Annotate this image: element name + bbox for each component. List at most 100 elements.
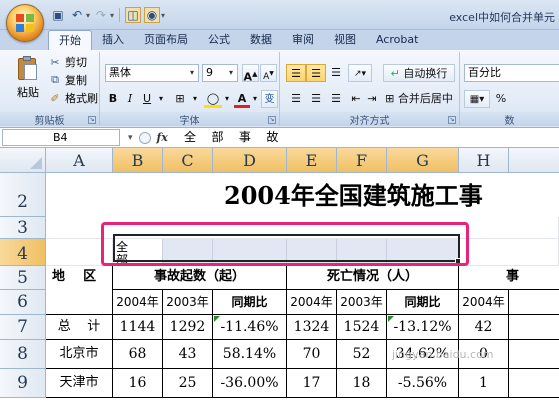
cell-value[interactable]: 42 — [459, 315, 509, 340]
align-middle-icon[interactable]: ☰ — [306, 64, 326, 82]
accounting-format-icon[interactable]: ▦▾ — [464, 90, 490, 108]
cell-region-header[interactable]: 地 区 — [46, 266, 113, 315]
sheet-title[interactable]: 2004年全国建筑施工事 — [46, 174, 559, 217]
cell-value[interactable]: -5.56% — [387, 369, 459, 398]
column-header-b[interactable]: B — [113, 148, 163, 173]
cell-value[interactable]: 52 — [337, 340, 387, 369]
row-header-2[interactable]: 2 — [0, 173, 46, 217]
cell-g4[interactable] — [387, 239, 459, 266]
cell-region[interactable]: 天津市 — [46, 369, 113, 398]
fill-color-dropdown[interactable]: ▾ — [222, 90, 232, 108]
redo-dropdown-icon[interactable]: ▾ — [110, 11, 114, 20]
align-right-icon[interactable]: ☰ — [326, 90, 346, 108]
orientation-icon[interactable]: ↗▾ — [348, 64, 372, 82]
worksheet[interactable]: A B C D E F G H 2 3 4 5 6 7 8 9 2004年全国建… — [0, 148, 559, 407]
undo-dropdown-icon[interactable]: ▾ — [86, 11, 90, 20]
tab-acrobat[interactable]: Acrobat — [366, 30, 428, 50]
error-indicator-icon[interactable] — [214, 316, 220, 322]
subheader-yoy[interactable]: 同期比 — [387, 290, 459, 315]
cell-value[interactable]: -13.12% — [387, 315, 459, 340]
row-header-7[interactable]: 7 — [0, 315, 46, 340]
cell-value[interactable]: 17 — [287, 369, 337, 398]
column-header-g[interactable]: G — [387, 148, 459, 173]
cell-d4[interactable] — [213, 239, 287, 266]
column-header-f[interactable]: F — [337, 148, 387, 173]
cell-i7[interactable] — [509, 315, 559, 340]
merge-center-button[interactable]: ⊞ 合并后居中 ▾ — [383, 90, 455, 122]
subheader-2003[interactable]: 2003年 — [163, 290, 213, 315]
cell-value[interactable]: 16 — [113, 369, 163, 398]
column-header-d[interactable]: D — [213, 148, 287, 173]
cell-c4[interactable] — [163, 239, 213, 266]
cell-i8[interactable] — [509, 340, 559, 369]
number-format-combo[interactable]: 百分比 — [464, 64, 559, 82]
formula-input[interactable]: 全 部 事 故 — [184, 129, 559, 146]
name-box[interactable]: B4 — [2, 129, 120, 146]
cell-value[interactable]: 1292 — [163, 315, 213, 340]
cell-value[interactable]: 1324 — [287, 315, 337, 340]
bold-button[interactable]: B — [105, 90, 121, 108]
camera-icon[interactable]: ◉ — [144, 7, 161, 23]
align-bottom-icon[interactable]: ☰ — [326, 64, 346, 82]
column-header-h[interactable]: H — [459, 148, 509, 173]
qat-customize-icon[interactable]: ▾ — [161, 11, 165, 20]
decrease-indent-icon[interactable]: ⇤ — [348, 90, 364, 108]
tab-view[interactable]: 视图 — [324, 30, 366, 50]
cell-value[interactable]: 1144 — [113, 315, 163, 340]
clipboard-launcher-icon[interactable]: ↘ — [88, 116, 96, 124]
cell-b4[interactable]: 全 部 — [113, 239, 163, 266]
shrink-font-button[interactable]: A▼ — [260, 64, 277, 82]
column-header-c[interactable]: C — [163, 148, 213, 173]
subheader-2003[interactable]: 2003年 — [337, 290, 387, 315]
tab-formulas[interactable]: 公式 — [198, 30, 240, 50]
underline-dropdown[interactable]: ▾ — [156, 90, 166, 108]
borders-dropdown[interactable]: ▾ — [190, 90, 200, 108]
tab-home[interactable]: 开始 — [48, 30, 92, 50]
alignment-launcher-icon[interactable]: ↘ — [448, 116, 456, 124]
italic-button[interactable]: I — [122, 90, 138, 108]
cut-button[interactable]: ✂ 剪切 — [48, 54, 87, 70]
borders-icon[interactable]: ⊞ — [170, 90, 190, 108]
cell-value[interactable]: 1 — [459, 369, 509, 398]
row-header-8[interactable]: 8 — [0, 340, 46, 369]
cell-h5[interactable]: 事 — [459, 266, 559, 290]
column-header-a[interactable]: A — [46, 148, 113, 173]
subheader-2004[interactable]: 2004年 — [459, 290, 509, 315]
row-header-5[interactable]: 5 — [0, 266, 46, 290]
tab-data[interactable]: 数据 — [240, 30, 282, 50]
cell-e4[interactable] — [287, 239, 337, 266]
increase-indent-icon[interactable]: ⇥ — [364, 90, 380, 108]
print-preview-icon[interactable]: ◫ — [125, 7, 142, 23]
tab-review[interactable]: 审阅 — [282, 30, 324, 50]
cell-value[interactable]: 70 — [287, 340, 337, 369]
phonetic-button[interactable]: 变 — [261, 90, 278, 108]
row-header-6[interactable]: 6 — [0, 290, 46, 315]
cell-region[interactable]: 北京市 — [46, 340, 113, 369]
tab-insert[interactable]: 插入 — [92, 30, 134, 50]
align-left-icon[interactable]: ☰ — [286, 90, 306, 108]
format-painter-button[interactable]: ✐ 格式刷 — [48, 90, 98, 106]
insert-function-button[interactable]: fx — [157, 131, 168, 144]
row-3[interactable] — [46, 217, 559, 239]
cell-value[interactable]: 25 — [163, 369, 213, 398]
row-header-4[interactable]: 4 — [0, 239, 46, 266]
percent-button[interactable]: % — [494, 90, 508, 108]
cell-value[interactable]: 43 — [163, 340, 213, 369]
cell-death-header[interactable]: 死亡情况（人） — [287, 266, 459, 290]
row-header-9[interactable]: 9 — [0, 369, 46, 398]
font-size-combo[interactable]: 9 ▾ — [202, 64, 238, 82]
fill-color-icon[interactable]: ◯ — [204, 90, 222, 108]
column-header-i[interactable] — [509, 148, 559, 173]
office-button[interactable] — [6, 4, 44, 42]
cell-a4[interactable] — [46, 239, 113, 266]
error-indicator-icon[interactable] — [388, 316, 394, 322]
cell-value[interactable]: -36.00% — [213, 369, 287, 398]
cell-value[interactable]: 18 — [337, 369, 387, 398]
grow-font-button[interactable]: A▲ — [242, 64, 259, 84]
undo-icon[interactable]: ↶ — [69, 7, 85, 23]
cell-value[interactable]: -11.46% — [213, 315, 287, 340]
cell-h4[interactable] — [459, 239, 559, 266]
cell-f4[interactable] — [337, 239, 387, 266]
cancel-circle-icon[interactable] — [138, 131, 151, 144]
cell-i6[interactable] — [509, 290, 559, 315]
